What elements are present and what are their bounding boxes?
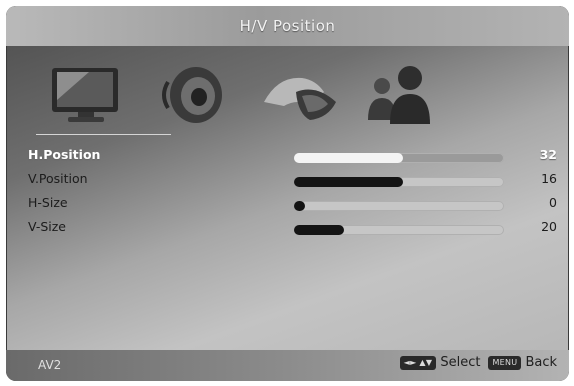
h-size-slider[interactable]: [294, 201, 504, 211]
menu-item-label: H.Position: [28, 147, 101, 162]
parental-icon[interactable]: [358, 62, 444, 128]
slider-fill: [294, 225, 345, 235]
osd-menu-panel: H/V Position H.Position 32 V.Position 16…: [6, 6, 569, 381]
select-hint: Select: [440, 355, 481, 370]
menu-item-label: H-Size: [28, 195, 68, 210]
slider-fill: [294, 201, 305, 211]
menu-item-v-size[interactable]: V-Size 20: [6, 217, 569, 241]
footer-bar: AV2 ◄► ▲▼ Select MENU Back: [6, 350, 569, 381]
sound-icon[interactable]: [156, 62, 242, 128]
menu-item-label: V-Size: [28, 219, 66, 234]
menu-item-h-size[interactable]: H-Size 0: [6, 193, 569, 217]
h-position-slider[interactable]: [294, 153, 504, 163]
menu-item-value: 32: [539, 147, 557, 162]
nav-keys-icon: ◄► ▲▼: [399, 355, 437, 370]
menu-item-v-position[interactable]: V.Position 16: [6, 169, 569, 193]
slider-fill: [294, 153, 404, 163]
menu-divider: [36, 134, 171, 135]
key-hints: ◄► ▲▼ Select MENU Back: [399, 355, 561, 370]
menu-item-value: 0: [549, 195, 557, 210]
setup-icon[interactable]: [258, 62, 344, 128]
back-hint: Back: [525, 355, 557, 370]
title-bar: H/V Position: [6, 6, 569, 46]
menu-item-h-position[interactable]: H.Position 32: [6, 145, 569, 169]
picture-icon[interactable]: [44, 62, 130, 128]
slider-fill: [294, 177, 404, 187]
hv-position-menu: H.Position 32 V.Position 16 H-Size 0 V-S…: [6, 145, 569, 241]
menu-item-label: V.Position: [28, 171, 88, 186]
menu-title: H/V Position: [239, 17, 336, 35]
source-label: AV2: [38, 358, 62, 372]
v-size-slider[interactable]: [294, 225, 504, 235]
v-position-slider[interactable]: [294, 177, 504, 187]
menu-key-icon: MENU: [488, 355, 522, 370]
menu-item-value: 16: [541, 171, 557, 186]
menu-item-value: 20: [541, 219, 557, 234]
category-icons-row: [6, 54, 569, 134]
